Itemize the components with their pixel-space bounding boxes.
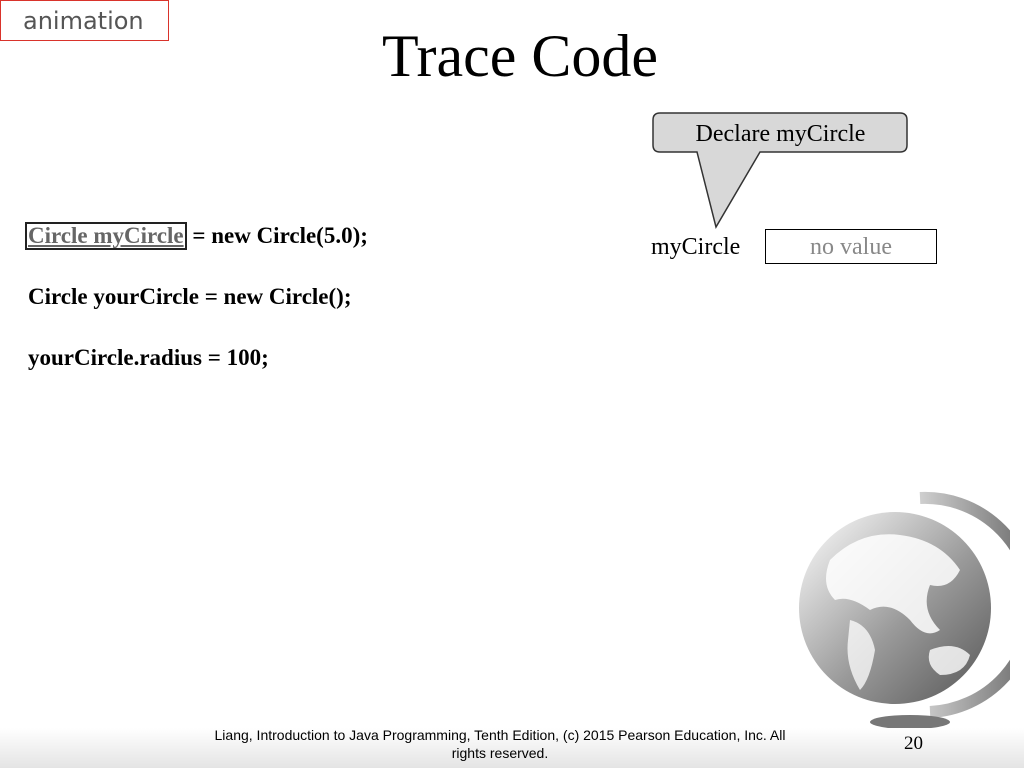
code-line-1-rest: = new Circle(5.0); [186, 223, 368, 248]
variable-value-box: no value [765, 229, 937, 264]
footer-copyright: Liang, Introduction to Java Programming,… [200, 726, 800, 762]
footer-line-2: rights reserved. [451, 745, 549, 761]
code-line-1: Circle myCircle = new Circle(5.0); [25, 222, 368, 250]
variable-value: no value [810, 234, 892, 260]
code-line-3: yourCircle.radius = 100; [28, 345, 269, 370]
variable-name: myCircle [651, 234, 741, 260]
globe-icon [799, 491, 1010, 729]
slide-title: Trace Code [381, 23, 659, 89]
page-number: 20 [904, 733, 923, 754]
code-highlight: Circle myCircle [25, 222, 187, 250]
footer-line-1: Liang, Introduction to Java Programming,… [214, 727, 786, 743]
code-line-2: Circle yourCircle = new Circle(); [28, 284, 352, 309]
callout-text: Declare myCircle [695, 121, 866, 147]
